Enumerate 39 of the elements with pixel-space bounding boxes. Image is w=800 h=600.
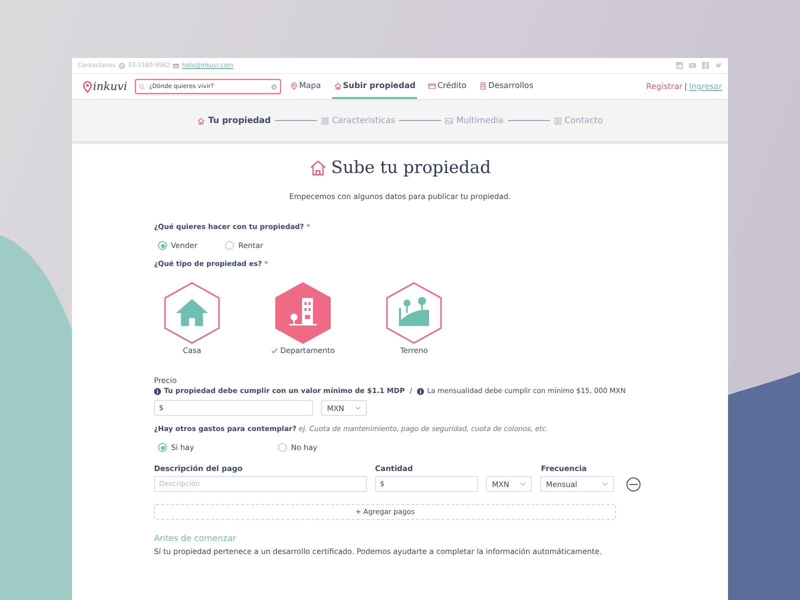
grid-icon bbox=[320, 116, 329, 124]
image-icon bbox=[445, 116, 454, 124]
info-icon bbox=[417, 388, 424, 394]
logo-text[interactable]: inkuvi bbox=[93, 80, 128, 93]
radio-circle[interactable] bbox=[278, 443, 287, 452]
page-title: Sube tu propiedad bbox=[331, 158, 491, 178]
chevron-down-icon bbox=[355, 406, 361, 410]
check-icon bbox=[271, 347, 278, 354]
nav-link[interactable]: Desarrollos bbox=[477, 74, 536, 99]
house-icon bbox=[334, 82, 342, 90]
radio-circle[interactable] bbox=[158, 443, 167, 452]
radio-circle[interactable] bbox=[158, 241, 167, 250]
search-icon bbox=[139, 84, 146, 90]
chevron-down-icon bbox=[520, 482, 526, 486]
mail-icon bbox=[173, 62, 180, 68]
remove-icon[interactable] bbox=[626, 476, 641, 492]
house-icon bbox=[309, 159, 328, 177]
card-icon bbox=[428, 82, 436, 90]
house-hexagon-icon[interactable] bbox=[164, 282, 220, 344]
step-tab[interactable]: Tu propiedad bbox=[197, 116, 271, 126]
nav-link[interactable]: Crédito bbox=[426, 74, 468, 99]
linkedin-icon[interactable] bbox=[676, 62, 683, 69]
nav-link[interactable]: Mapa bbox=[288, 74, 323, 99]
separator: | bbox=[684, 82, 688, 91]
house-icon bbox=[197, 116, 206, 124]
radio-circle[interactable] bbox=[225, 241, 234, 250]
youtube-icon[interactable] bbox=[689, 62, 696, 69]
building-hexagon-icon[interactable] bbox=[275, 282, 331, 344]
chevron-down-icon bbox=[602, 482, 608, 486]
facebook-icon[interactable] bbox=[702, 62, 709, 69]
info-icon bbox=[154, 388, 161, 394]
twitter-icon[interactable] bbox=[715, 62, 722, 69]
clear-icon[interactable] bbox=[271, 84, 278, 90]
pin-icon bbox=[290, 82, 298, 90]
building-icon bbox=[479, 82, 488, 90]
contact-card-icon bbox=[554, 116, 562, 124]
location-pin-icon bbox=[83, 80, 92, 92]
landscape-hexagon-icon[interactable] bbox=[386, 282, 442, 344]
notice-title: Antes de comenzar bbox=[154, 534, 238, 544]
